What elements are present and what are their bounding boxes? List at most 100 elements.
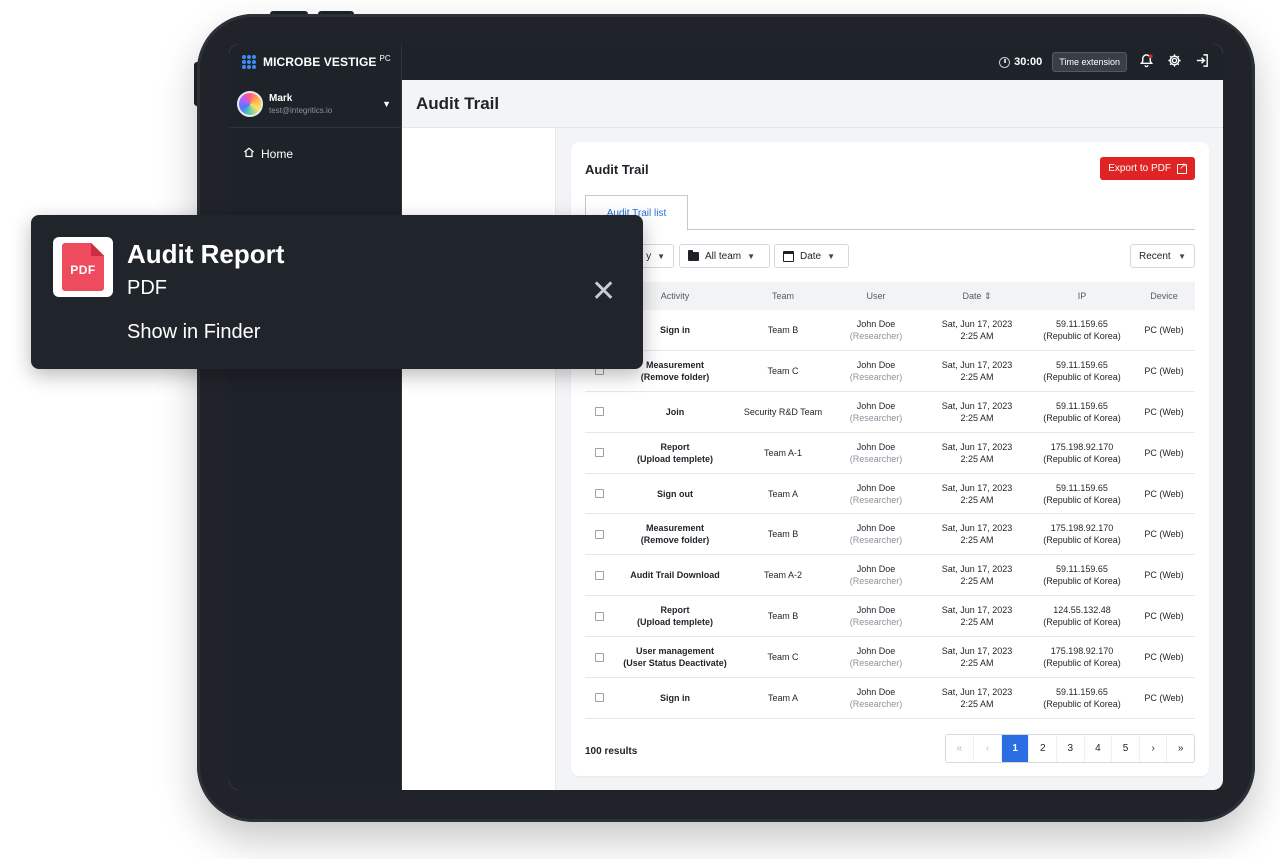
col-ip: IP (1077, 291, 1087, 301)
table-row[interactable]: Report (Upload templete) Team B John Doe (Re… (585, 596, 1195, 638)
pagination: « ‹ 1 2 3 4 5 › » (944, 734, 1195, 763)
user-cell: John Doe (Researcher) (849, 482, 903, 505)
timer-value: 30:00 (1014, 56, 1043, 68)
date-cell: Sat, Jun 17, 2023 2:25 AM (941, 318, 1013, 341)
row-checkbox[interactable] (594, 693, 604, 703)
team-cell: Team B (767, 529, 799, 540)
first-page-button[interactable]: « (945, 735, 974, 762)
gear-icon[interactable] (1165, 53, 1183, 72)
table-row[interactable]: Join Security R&D Team John Doe (Researcher… (585, 392, 1195, 433)
table-row[interactable]: Measurement (Remove folder) Team C John Doe… (585, 351, 1195, 392)
table-header: Activity Team User Date ⇕ IP Device (585, 282, 1195, 310)
activity-cell: Measurement (Remove folder) (640, 523, 710, 546)
app-screen: MICROBE VESTIGE PC 30:00 Time extension (229, 44, 1223, 790)
row-checkbox[interactable] (594, 652, 604, 662)
table-row[interactable]: Report (Upload templete) Team A-1 John Doe(… (585, 433, 1195, 474)
page-header: Audit Trail (402, 80, 1223, 128)
chevron-down-icon[interactable]: ▼ (382, 99, 391, 109)
date-cell: Sat, Jun 17, 2023 2:25 AM (941, 523, 1013, 546)
row-checkbox[interactable] (594, 611, 604, 621)
ip-cell: 175.198.92.170 (Republic of Korea) (1043, 646, 1121, 669)
user-cell: John Doe (Researcher) (849, 523, 903, 546)
activity-cell: Join (665, 406, 685, 417)
next-page-button[interactable]: › (1138, 735, 1167, 762)
table-row[interactable]: User management (User Status Deactivate) T… (585, 637, 1195, 679)
row-checkbox[interactable] (594, 489, 604, 498)
team-cell: Team B (767, 611, 799, 622)
table-row[interactable]: Measurement (Remove folder) Team B John Doe… (585, 514, 1195, 556)
export-pdf-button[interactable]: Export to PDF (1100, 157, 1195, 180)
show-in-finder-link[interactable]: Show in Finder (127, 321, 260, 344)
date-filter-value: Date (800, 250, 822, 262)
ip-cell: 59.11.159.65 (Republic of Korea) (1043, 564, 1121, 587)
date-filter[interactable]: Date ▼ (774, 244, 849, 268)
time-extension-button[interactable]: Time extension (1052, 52, 1127, 72)
user-cell: John Doe (Researcher) (849, 564, 903, 587)
activity-cell: User management (User Status Deactivate) (623, 646, 727, 669)
folder-icon (688, 249, 699, 261)
activity-cell: Sign in (660, 692, 690, 703)
user-cell: John Doe (Researcher) (849, 646, 903, 669)
table-row[interactable]: Sign in Team B John Doe (Researcher) Sat, Ju… (585, 310, 1195, 351)
row-checkbox[interactable] (594, 529, 604, 539)
team-filter-value: All team (705, 250, 742, 262)
chevron-down-icon: ▼ (747, 251, 756, 261)
device-cell: PC (Web) (1144, 447, 1184, 458)
page-button[interactable]: 1 (1000, 735, 1029, 762)
notification-title: Audit Report (127, 239, 285, 269)
logo-grid-icon (242, 55, 256, 69)
col-user: User (866, 291, 886, 301)
activity-cell: Report (Upload templete) (636, 605, 713, 628)
activity-cell: Sign out (657, 488, 693, 499)
pdf-icon-label: PDF (70, 263, 96, 277)
team-cell: Security R&D Team (743, 406, 823, 417)
page-button[interactable]: 4 (1083, 735, 1112, 762)
user-menu[interactable]: Mark test@integritics.io ▼ (229, 80, 401, 128)
date-cell: Sat, Jun 17, 2023 2:25 AM (941, 686, 1013, 709)
avatar (237, 90, 263, 117)
logo[interactable]: MICROBE VESTIGE PC (229, 44, 402, 80)
download-notification[interactable]: PDF Audit Report PDF Show in Finder ✕ (31, 215, 643, 369)
row-checkbox[interactable] (594, 570, 604, 580)
row-checkbox[interactable] (594, 407, 604, 417)
device-cell: PC (Web) (1144, 570, 1184, 581)
date-cell: Sat, Jun 17, 2023 2:25 AM (941, 359, 1013, 382)
table-row[interactable]: Sign out Team A John Doe (Researcher) Sat, J… (585, 474, 1195, 515)
ip-cell: 175.198.92.170 (Republic of Korea) (1043, 523, 1121, 546)
row-checkbox[interactable] (594, 448, 604, 458)
team-cell: Team C (767, 365, 799, 376)
bell-icon[interactable] (1137, 53, 1155, 72)
ip-cell: 59.11.159.65 (Republic of Korea) (1043, 359, 1121, 382)
team-filter[interactable]: All team ▼ (679, 244, 770, 268)
chevron-down-icon: ▼ (657, 251, 665, 261)
col-date[interactable]: Date ⇕ (923, 290, 1031, 302)
device-cell: PC (Web) (1144, 652, 1184, 663)
sidebar-item-home[interactable]: Home (229, 128, 401, 179)
prev-page-button[interactable]: ‹ (973, 735, 1001, 762)
home-icon (243, 146, 255, 161)
calendar-icon (783, 250, 794, 262)
team-cell: Team C (767, 652, 799, 663)
page-button[interactable]: 3 (1056, 735, 1084, 762)
ip-cell: 124.55.132.48 (Republic of Korea) (1043, 605, 1121, 628)
logout-icon[interactable] (1193, 53, 1211, 72)
device-cell: PC (Web) (1144, 692, 1184, 703)
sidebar-item-label: Home (261, 146, 294, 161)
external-link-icon (1177, 161, 1187, 174)
page-button[interactable]: 5 (1111, 735, 1139, 762)
page-button[interactable]: 2 (1028, 735, 1057, 762)
activity-cell: Audit Trail Download (630, 570, 720, 581)
sort-select[interactable]: Recent ▼ (1130, 244, 1195, 268)
top-bar-actions: 30:00 Time extension (999, 44, 1211, 80)
table-row[interactable]: Sign in Team A John Doe (Researcher) Sat, Ju… (585, 678, 1195, 719)
chevron-down-icon: ▼ (1178, 251, 1186, 261)
page-title: Audit Trail (416, 93, 500, 113)
clock-icon (999, 56, 1011, 68)
ip-cell: 59.11.159.65 (Republic of Korea) (1043, 482, 1121, 505)
close-icon[interactable]: ✕ (591, 277, 616, 307)
export-label: Export to PDF (1108, 163, 1171, 174)
last-page-button[interactable]: » (1166, 735, 1194, 762)
table-row[interactable]: Audit Trail Download Team A-2 John Doe (Res… (585, 555, 1195, 597)
col-team: Team (771, 291, 794, 301)
brand-name: MICROBE VESTIGE (263, 55, 377, 69)
